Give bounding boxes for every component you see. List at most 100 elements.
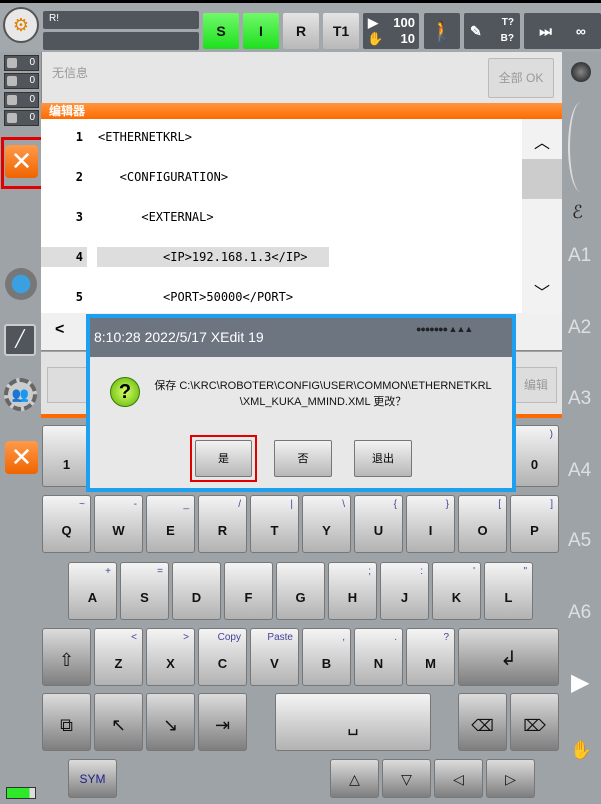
no-button[interactable]: 否 [274, 440, 332, 477]
jog-arrows-icon[interactable] [568, 102, 594, 192]
arrow-down-key[interactable]: ▽ [382, 759, 431, 798]
key-j[interactable]: J: [380, 562, 429, 620]
error-count[interactable]: 0 [4, 55, 39, 71]
configuration-gear-icon[interactable] [5, 268, 37, 300]
key-p[interactable]: P] [510, 495, 559, 553]
editor-softkey[interactable] [47, 367, 87, 403]
key-i[interactable]: I} [406, 495, 455, 553]
operating-mode[interactable]: T1 [323, 13, 359, 49]
code-editor[interactable]: 1 <ETHERNETKRL> 2 <CONFIGURATION> 3 <EXTE… [41, 119, 522, 313]
key-z[interactable]: Z < [94, 628, 143, 686]
axis-a2-label[interactable]: A2 [568, 317, 591, 339]
key-1[interactable]: 1 [42, 425, 91, 487]
override-indicator[interactable]: ▶ 100 ✋ 10 [363, 13, 419, 49]
key-d[interactable]: D [172, 562, 221, 620]
exit-button[interactable]: 退出 [354, 440, 412, 477]
key-label: V [270, 656, 279, 671]
arrow-right-key[interactable]: ▷ [486, 759, 535, 798]
tool-icon: ✎ [470, 23, 482, 39]
globe-icon[interactable] [571, 62, 591, 82]
submit-interpreter-status[interactable]: S [203, 13, 239, 49]
key-k[interactable]: K ' [432, 562, 481, 620]
walking-man-button[interactable]: 🚶 [424, 13, 460, 49]
key-label: ↖ [110, 715, 127, 735]
vertical-scrollbar[interactable]: ︿ ﹀ [522, 119, 562, 313]
key-e[interactable]: E _ [146, 495, 195, 553]
axis-a1-label[interactable]: A1 [568, 245, 591, 267]
robot-interpreter-status[interactable]: R [283, 13, 319, 49]
key-n[interactable]: N. [354, 628, 403, 686]
key-r[interactable]: R / [198, 495, 247, 553]
key-label: ↲ [500, 648, 517, 670]
key-0[interactable]: 0) [510, 425, 559, 487]
axis-a6-label[interactable]: A6 [568, 602, 591, 624]
key-label: 1 [62, 457, 71, 472]
code-line[interactable]: 2 <CONFIGURATION> [41, 167, 522, 187]
jog-type-icon[interactable]: ℰ [572, 202, 583, 223]
key-s[interactable]: S = [120, 562, 169, 620]
key-h[interactable]: H; [328, 562, 377, 620]
key-secondary-label: : [420, 566, 423, 577]
end-key[interactable]: ↘ [146, 693, 195, 751]
code-line[interactable]: 3 <EXTERNAL> [41, 207, 522, 227]
key-f[interactable]: F [224, 562, 273, 620]
axis-a5-label[interactable]: A5 [568, 530, 591, 552]
scroll-up-icon[interactable]: ︿ [534, 129, 550, 153]
key-o[interactable]: O[ [458, 495, 507, 553]
shift-key[interactable]: ⇧ [42, 628, 91, 686]
code-line[interactable]: 5 <PORT>50000</PORT> [41, 287, 522, 307]
key-y[interactable]: Y \ [302, 495, 351, 553]
start-play-icon[interactable]: ▶ [571, 668, 589, 697]
sym-key[interactable]: SYM [68, 759, 117, 798]
key-c[interactable]: C Copy [198, 628, 247, 686]
key-v[interactable]: V Paste [250, 628, 299, 686]
scroll-thumb[interactable] [522, 159, 562, 199]
key-q[interactable]: Q ~ [42, 495, 91, 553]
key-g[interactable]: G [276, 562, 325, 620]
axis-a3-label[interactable]: A3 [568, 388, 591, 410]
arrow-up-key[interactable]: △ [330, 759, 379, 798]
code-line-selected[interactable]: 4 <IP>192.168.1.3</IP> [41, 247, 522, 267]
axis-a4-label[interactable]: A4 [568, 460, 591, 482]
tool-base-indicator[interactable]: ✎ T? B? [464, 13, 520, 49]
yes-button[interactable]: 是 [195, 440, 252, 477]
close-editor-button[interactable]: ✕ [5, 145, 38, 178]
close-keyboard-button[interactable]: ✕ [5, 441, 38, 474]
warning-count[interactable]: 0 [4, 73, 39, 89]
clock-icon[interactable]: ╱ [4, 324, 36, 356]
key-l[interactable]: L " [484, 562, 533, 620]
key-x[interactable]: X > [146, 628, 195, 686]
delete-key[interactable]: ⌦ [510, 693, 559, 751]
key-a[interactable]: A + [68, 562, 117, 620]
kuka-robot-icon[interactable]: ⚙ [3, 7, 39, 43]
space-key[interactable]: ␣ [275, 693, 431, 751]
scroll-left-icon[interactable]: < [55, 321, 64, 339]
run-mode-indicator[interactable]: ⏭ ∞ [524, 13, 601, 49]
backspace-key[interactable]: ⌫ [458, 693, 507, 751]
wait-count[interactable]: 0 [4, 110, 39, 126]
key-label: G [295, 590, 306, 605]
key-label: ⌫ [471, 718, 494, 735]
arrow-left-key[interactable]: ◁ [434, 759, 483, 798]
scroll-down-icon[interactable]: ﹀ [534, 279, 550, 303]
home-key[interactable]: ↖ [94, 693, 143, 751]
key-label: E [166, 523, 175, 538]
copy-key[interactable]: ⧉ [42, 693, 91, 751]
robot-name-field[interactable]: R! [43, 11, 199, 29]
user-group-icon[interactable]: 👥 [4, 378, 37, 411]
key-label: 0 [530, 457, 539, 472]
hand-guiding-icon[interactable]: ✋ [570, 740, 592, 761]
acknowledge-all-button[interactable]: 全部 OK [488, 58, 554, 98]
key-b[interactable]: B, [302, 628, 351, 686]
drives-status[interactable]: I [243, 13, 279, 49]
key-m[interactable]: M? [406, 628, 455, 686]
key-t[interactable]: T | [250, 495, 299, 553]
key-u[interactable]: U{ [354, 495, 403, 553]
code-line[interactable]: 1 <ETHERNETKRL> [41, 127, 522, 147]
key-w[interactable]: W- [94, 495, 143, 553]
enter-key[interactable]: ↲ [458, 628, 559, 686]
info-count[interactable]: 0 [4, 92, 39, 108]
tab-key[interactable]: ⇥ [198, 693, 247, 751]
key-secondary-label: Copy [217, 632, 241, 643]
key-label: O [477, 523, 488, 538]
